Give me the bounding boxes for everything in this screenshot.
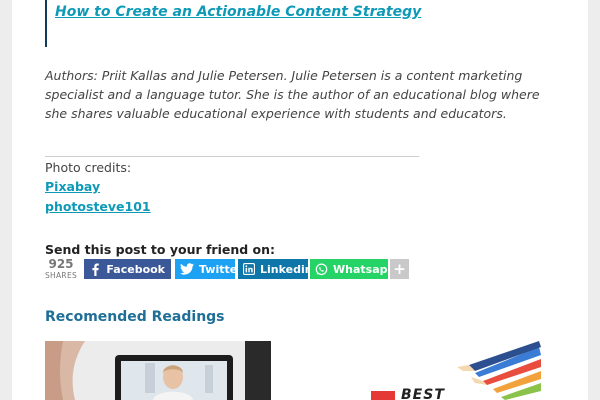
whatsapp-icon xyxy=(315,262,328,276)
twitter-icon xyxy=(180,262,194,276)
recommended-thumbnail-pencils[interactable]: BEST xyxy=(307,341,541,400)
twitter-label: Twitter xyxy=(199,262,243,276)
article-card: How to Create an Actionable Content Stra… xyxy=(12,0,588,400)
share-count: 925 SHARES xyxy=(45,257,77,280)
plus-icon: + xyxy=(393,260,406,278)
authors-paragraph: Authors: Priit Kallas and Julie Petersen… xyxy=(45,68,540,121)
share-count-number: 925 xyxy=(48,257,74,271)
facebook-label: Facebook xyxy=(106,262,165,276)
recommended-thumbnail-video-call[interactable] xyxy=(45,341,271,400)
photo-credits-label: Photo credits: xyxy=(45,160,132,175)
credit-link-photosteve[interactable]: photosteve101 xyxy=(45,199,151,214)
share-title: Send this post to your friend on: xyxy=(45,242,276,257)
linkedin-share-button[interactable]: Linkedin xyxy=(238,259,313,279)
article-link[interactable]: How to Create an Actionable Content Stra… xyxy=(55,4,421,20)
facebook-share-button[interactable]: Facebook xyxy=(84,259,171,279)
credit-link-pixabay[interactable]: Pixabay xyxy=(45,179,100,194)
twitter-share-button[interactable]: Twitter xyxy=(175,259,243,279)
whatsapp-label: Whatsapp xyxy=(333,262,396,276)
whatsapp-share-button[interactable]: Whatsapp xyxy=(310,259,395,279)
recommended-readings-heading: Recomended Readings xyxy=(45,309,225,325)
facebook-icon xyxy=(89,262,101,276)
linkedin-icon xyxy=(243,262,255,276)
video-call-image xyxy=(45,341,271,400)
quote-bar xyxy=(45,0,47,47)
more-share-button[interactable]: + xyxy=(390,259,409,279)
share-count-label: SHARES xyxy=(45,271,78,280)
linkedin-label: Linkedin xyxy=(260,262,313,276)
separator-line: ________________________________________… xyxy=(45,143,419,157)
best-text: BEST xyxy=(401,387,445,400)
